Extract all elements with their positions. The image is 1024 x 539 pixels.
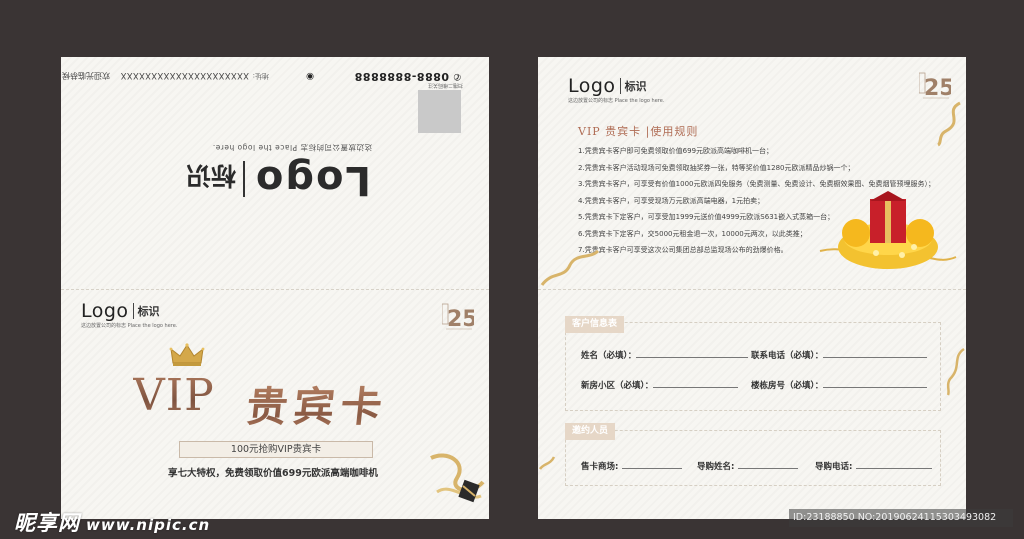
- back-logo-divider: [243, 161, 245, 197]
- ribbon-left: [540, 249, 600, 286]
- invite-title: 邀约人员: [565, 423, 616, 440]
- seller-label: 售卡商场:: [581, 462, 619, 472]
- back-welcome: 欢迎光临恭候: [62, 71, 110, 80]
- vip-card-outside: Logo 标识 这边放置公司的标志 Place the logo here. 扫…: [61, 57, 489, 519]
- front-tagline: 这边放置公司的标志 Place the logo here.: [81, 323, 178, 329]
- watermark-url: www.nipic.cn: [86, 516, 211, 534]
- rules-anniversary-25-badge: 25: [919, 72, 951, 101]
- phone-field[interactable]: 联系电话（必填）：: [751, 349, 928, 361]
- guide-phone-label: 导购电话:: [815, 462, 853, 472]
- name-label: 姓名（必填）：: [581, 351, 637, 361]
- front-logo-divider: [132, 303, 134, 319]
- phone-label: 联系电话（必填）：: [751, 351, 824, 361]
- rule-item: 1.凭贵宾卡客户即可免费领取价值699元欧派高端咖啡机一台；: [578, 147, 774, 155]
- location-icon: ◉: [306, 71, 314, 81]
- qr-code-placeholder: [418, 90, 461, 133]
- vip-price-box: 100元抢购VIP贵宾卡: [179, 441, 373, 458]
- image-id-strip: ID:23188850 NO:20190624115303493082: [789, 509, 1013, 527]
- vip-title: VIP: [133, 370, 215, 421]
- back-panel-rotated: Logo 标识 这边放置公司的标志 Place the logo here. 扫…: [61, 57, 489, 289]
- room-label: 楼栋房号（必填）：: [751, 381, 824, 391]
- site-watermark: 昵享网 www.nipic.cn: [14, 507, 210, 537]
- anniversary-25-badge: 25: [442, 303, 474, 332]
- front-logo-cn: 标识: [137, 305, 160, 318]
- guide-name-label: 导购姓名:: [697, 462, 735, 472]
- name-blank[interactable]: [636, 349, 749, 358]
- badge-number: 25: [447, 307, 474, 332]
- watermark-site: 昵享网: [14, 511, 80, 535]
- room-blank[interactable]: [823, 379, 928, 388]
- qr-label: 扫描二维码关注: [427, 82, 463, 88]
- gold-ingot-gift-illustration: [819, 191, 957, 269]
- seller-field[interactable]: 售卡商场:: [581, 460, 683, 472]
- name-field[interactable]: 姓名（必填）：: [581, 349, 749, 361]
- phone-blank[interactable]: [823, 349, 928, 358]
- front-logo: Logo 标识: [81, 300, 160, 322]
- rule-item: 2.凭贵宾卡客户活动现场可免费领取抽奖券一张，特等奖价值1280元欧派精品炒锅一…: [578, 163, 855, 172]
- room-field[interactable]: 楼栋房号（必填）：: [751, 379, 928, 391]
- rules-logo: Logo 标识: [568, 75, 647, 97]
- fold-line: [61, 289, 489, 290]
- seller-blank[interactable]: [622, 460, 683, 469]
- back-address-label: 地址:: [252, 72, 269, 80]
- invite-form: [565, 430, 941, 486]
- back-phone: 0888-8888888: [354, 70, 449, 83]
- guide-name-field[interactable]: 导购姓名:: [697, 460, 799, 472]
- community-blank[interactable]: [653, 379, 739, 388]
- back-logo: Logo: [253, 157, 371, 203]
- rules-tagline: 这边放置公司的标志 Place the logo here.: [568, 98, 665, 104]
- fold-line-right: [538, 289, 966, 290]
- customer-info-form: [565, 322, 941, 411]
- rules-badge-number: 25: [924, 76, 951, 101]
- vip-title-cn: 贵宾卡: [244, 373, 391, 433]
- front-logo-text: Logo: [81, 300, 129, 322]
- community-label: 新房小区（必填）：: [581, 381, 654, 391]
- ribbon-right-edge: [946, 347, 965, 396]
- rules-logo-divider: [619, 78, 621, 94]
- back-logo-cn: 标识: [185, 161, 236, 190]
- vip-card-inside: Logo 标识 这边放置公司的标志 Place the logo here. 2…: [538, 57, 966, 519]
- guide-name-blank[interactable]: [738, 460, 799, 469]
- rules-title: VIP 贵宾卡 |使用规则: [578, 125, 699, 138]
- ribbon-top-right: [937, 101, 961, 147]
- guide-phone-field[interactable]: 导购电话:: [815, 460, 933, 472]
- rules-logo-cn: 标识: [624, 80, 647, 93]
- community-field[interactable]: 新房小区（必填）：: [581, 379, 739, 391]
- rules-logo-text: Logo: [568, 75, 616, 97]
- phone-icon: ✆: [453, 71, 461, 81]
- customer-info-title: 客户信息表: [565, 316, 625, 333]
- vip-perk-text: 享七大特权，免费领取价值699元欧派高端咖啡机: [168, 468, 378, 479]
- crown-icon: [169, 343, 205, 366]
- guide-phone-blank[interactable]: [856, 460, 933, 469]
- ribbon-left-small: [538, 456, 556, 470]
- gift-ribbon-decoration: [430, 453, 485, 503]
- back-address: XXXXXXXXXXXXXXXXXXXXX: [120, 70, 249, 80]
- back-tagline: 这边放置公司的标志 Place the logo here.: [212, 143, 372, 152]
